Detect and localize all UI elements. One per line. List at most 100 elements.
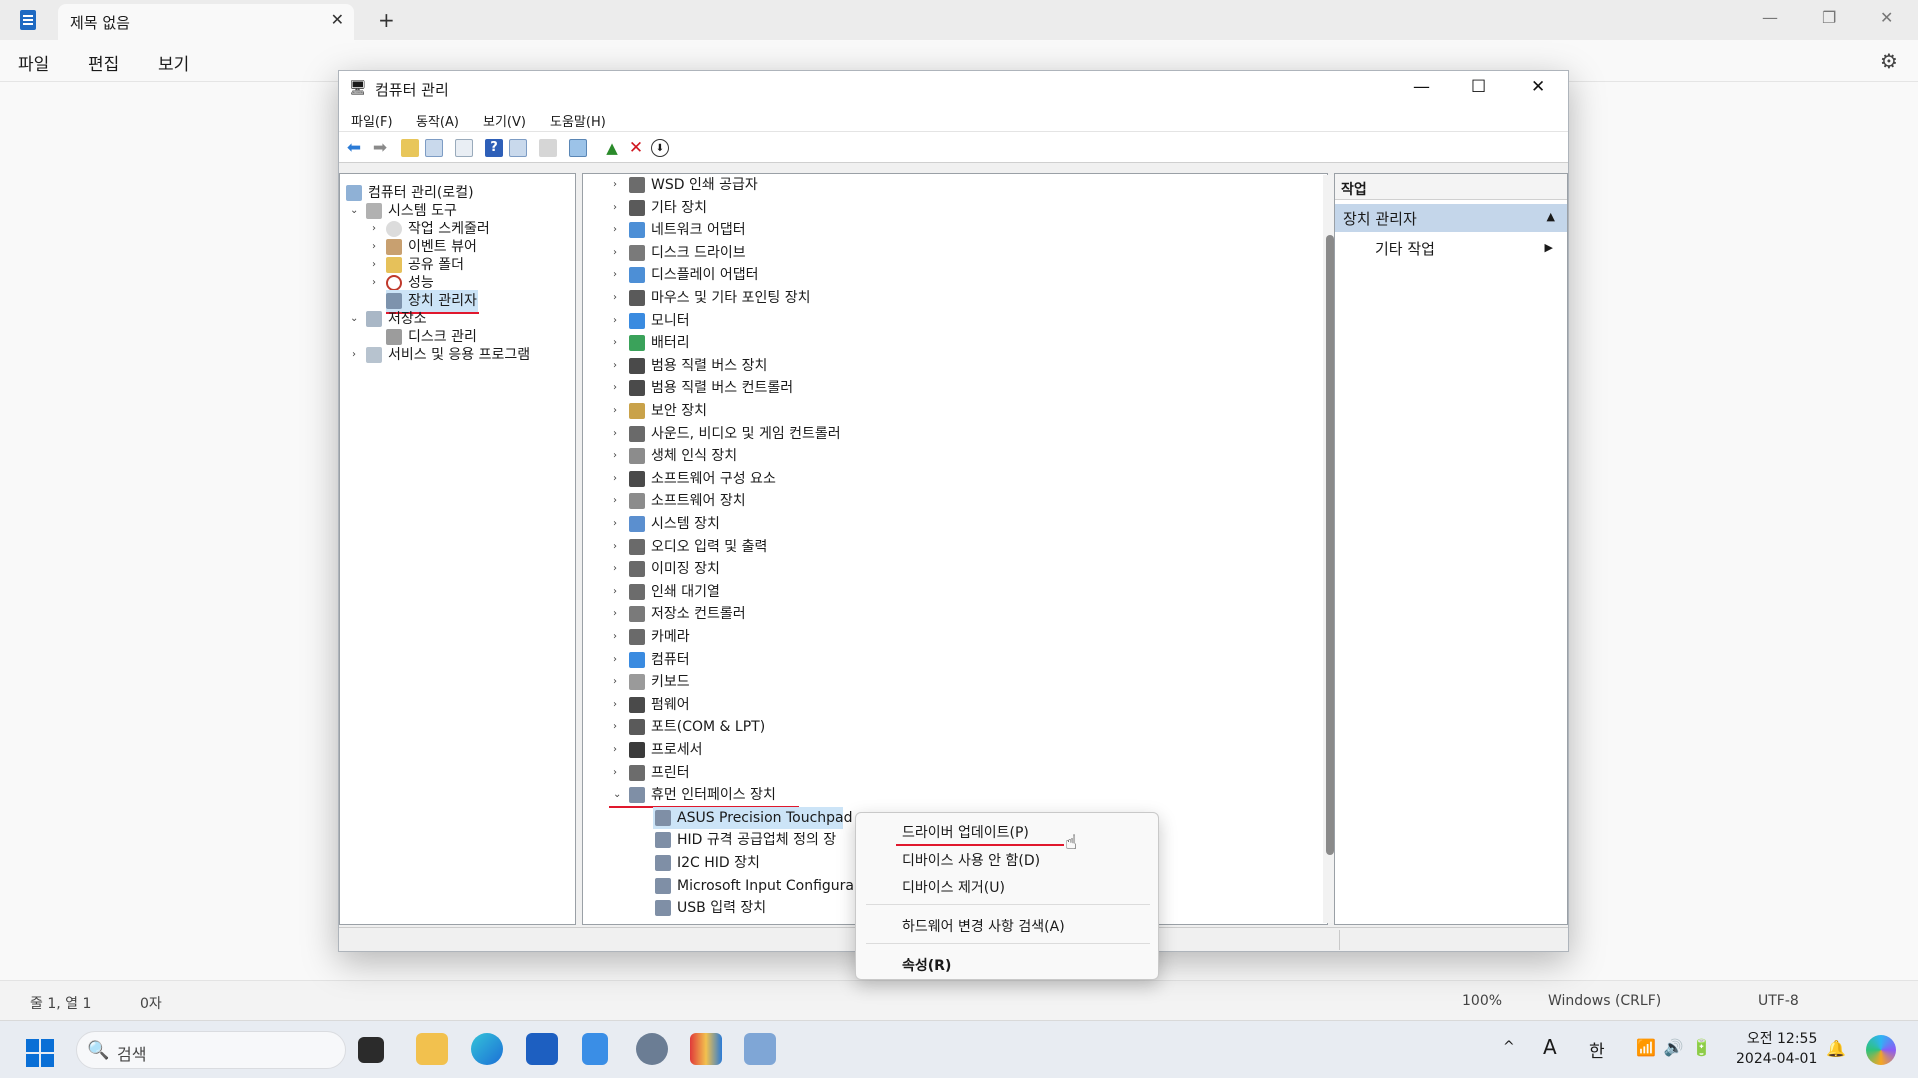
device-category-usb-controllers[interactable]: › 범용 직렬 버스 컨트롤러	[609, 377, 849, 399]
forward-arrow-icon[interactable]: ➡	[371, 139, 389, 157]
ime-language-indicator[interactable]: 한	[1589, 1037, 1605, 1062]
collapsed-chevron-icon[interactable]: ›	[613, 423, 617, 445]
collapsed-chevron-icon[interactable]: ›	[613, 264, 617, 286]
device-category-ports-com-lpt[interactable]: › 포트(COM & LPT)	[609, 716, 849, 738]
task-view-icon[interactable]	[358, 1037, 384, 1063]
disable-device-icon[interactable]: ⬇	[651, 139, 669, 157]
minimize-button[interactable]: —	[1762, 8, 1778, 27]
settings-gear-taskbar-icon[interactable]	[636, 1033, 668, 1065]
microsoft-store-icon[interactable]	[526, 1033, 558, 1065]
collapsed-chevron-icon[interactable]: ›	[613, 219, 617, 241]
edge-browser-icon[interactable]	[471, 1033, 503, 1065]
collapsed-chevron-icon[interactable]: ›	[613, 468, 617, 490]
system-tray-icons[interactable]: 📶🔊🔋	[1636, 1038, 1720, 1057]
actions-section-device-manager[interactable]: 장치 관리자 ▲	[1335, 204, 1567, 232]
device-category-wsd-print-provider[interactable]: › WSD 인쇄 공급자	[609, 174, 849, 196]
device-category-processors[interactable]: › 프로세서	[609, 739, 849, 761]
device-category-print-queues[interactable]: › 인쇄 대기열	[609, 581, 849, 603]
collapsed-chevron-icon[interactable]: ›	[613, 310, 617, 332]
device-category-system-devices[interactable]: › 시스템 장치	[609, 513, 849, 535]
update-driver-icon[interactable]: ▲	[603, 139, 621, 157]
wifi-icon[interactable]: 📶	[1636, 1038, 1664, 1057]
collapsed-chevron-icon[interactable]: ›	[613, 197, 617, 219]
collapsed-chevron-icon[interactable]: ›	[613, 445, 617, 467]
start-button[interactable]	[26, 1039, 54, 1067]
scrollbar-thumb[interactable]	[1326, 235, 1334, 855]
cm-minimize-button[interactable]: —	[1413, 77, 1430, 97]
settings-gear-icon[interactable]: ⚙	[1880, 49, 1898, 73]
context-uninstall-device[interactable]: 디바이스 제거(U)	[902, 877, 1005, 897]
collapsed-chevron-icon[interactable]: ›	[613, 513, 617, 535]
collapsed-chevron-icon[interactable]: ›	[613, 242, 617, 264]
help-icon[interactable]: ?	[485, 139, 503, 157]
show-hidden-icons-chevron[interactable]: ^	[1503, 1039, 1515, 1055]
scan-hardware-monitor-icon[interactable]	[569, 139, 587, 157]
collapsed-chevron-icon[interactable]: ›	[372, 272, 376, 294]
collapsed-chevron-icon[interactable]: ›	[613, 762, 617, 784]
device-category-storage-controllers[interactable]: › 저장소 컨트롤러	[609, 603, 849, 625]
device-category-software-devices[interactable]: › 소프트웨어 장치	[609, 490, 849, 512]
device-category-imaging-devices[interactable]: › 이미징 장치	[609, 558, 849, 580]
collapsed-chevron-icon[interactable]: ›	[613, 287, 617, 309]
context-update-driver[interactable]: 드라이버 업데이트(P)	[902, 822, 1029, 842]
collapsed-chevron-icon[interactable]: ›	[613, 716, 617, 738]
print-icon[interactable]	[539, 139, 557, 157]
cm-menu-file[interactable]: 파일(F)	[351, 111, 393, 130]
actions-more-actions[interactable]: 기타 작업	[1375, 238, 1435, 259]
show-hide-action-pane-icon[interactable]	[509, 139, 527, 157]
device-category-other-devices[interactable]: › 기타 장치	[609, 197, 849, 219]
menu-file[interactable]: 파일	[18, 50, 49, 75]
cm-menu-help[interactable]: 도움말(H)	[550, 111, 606, 130]
device-category-printers[interactable]: › 프린터	[609, 762, 849, 784]
device-category-sound-video-game-controllers[interactable]: › 사운드, 비디오 및 게임 컨트롤러	[609, 423, 849, 445]
collapsed-chevron-icon[interactable]: ›	[613, 581, 617, 603]
uninstall-device-icon[interactable]: ✕	[627, 139, 645, 157]
app-taskbar-icon[interactable]	[690, 1033, 722, 1065]
notepad-tab[interactable]: 제목 없음 ✕	[58, 4, 354, 40]
context-properties[interactable]: 속성(R)	[902, 955, 951, 975]
device-category-biometric-devices[interactable]: › 생체 인식 장치	[609, 445, 849, 467]
copilot-icon[interactable]	[1866, 1035, 1896, 1065]
cm-close-button[interactable]: ✕	[1531, 77, 1545, 97]
ime-mode-indicator[interactable]: A	[1543, 1035, 1557, 1059]
device-category-batteries[interactable]: › 배터리	[609, 332, 849, 354]
device-category-software-components[interactable]: › 소프트웨어 구성 요소	[609, 468, 849, 490]
close-button[interactable]: ✕	[1880, 8, 1893, 27]
collapsed-chevron-icon[interactable]: ›	[613, 671, 617, 693]
volume-icon[interactable]: 🔊	[1664, 1038, 1692, 1057]
device-category-firmware[interactable]: › 펌웨어	[609, 694, 849, 716]
menu-edit[interactable]: 편집	[88, 50, 119, 75]
device-category-keyboards[interactable]: › 키보드	[609, 671, 849, 693]
show-hide-tree-icon[interactable]	[425, 139, 443, 157]
collapsed-chevron-icon[interactable]: ›	[613, 626, 617, 648]
collapsed-chevron-icon[interactable]: ›	[613, 174, 617, 196]
context-scan-hardware-changes[interactable]: 하드웨어 변경 사항 검색(A)	[902, 916, 1065, 936]
device-category-security-devices[interactable]: › 보안 장치	[609, 400, 849, 422]
taskbar-clock[interactable]: 오전 12:55 2024-04-01	[1736, 1029, 1817, 1069]
collapse-up-icon[interactable]: ▲	[1547, 210, 1555, 223]
taskbar-search-box[interactable]: 🔍 검색	[76, 1031, 346, 1069]
tab-close-icon[interactable]: ✕	[331, 10, 344, 29]
collapsed-chevron-icon[interactable]: ›	[613, 694, 617, 716]
context-disable-device[interactable]: 디바이스 사용 안 함(D)	[902, 850, 1040, 870]
tree-item-services-and-applications[interactable]: › 서비스 및 응용 프로그램	[344, 344, 570, 366]
back-arrow-icon[interactable]: ⬅	[345, 139, 363, 157]
device-category-display-adapters[interactable]: › 디스플레이 어댑터	[609, 264, 849, 286]
collapsed-chevron-icon[interactable]: ›	[613, 603, 617, 625]
device-category-usb-devices[interactable]: › 범용 직렬 버스 장치	[609, 355, 849, 377]
collapsed-chevron-icon[interactable]: ›	[613, 377, 617, 399]
device-category-disk-drives[interactable]: › 디스크 드라이브	[609, 242, 849, 264]
collapsed-chevron-icon[interactable]: ›	[613, 536, 617, 558]
collapsed-chevron-icon[interactable]: ›	[613, 558, 617, 580]
device-asus-precision-touchpad[interactable]: ASUS Precision Touchpad	[653, 806, 853, 829]
collapsed-chevron-icon[interactable]: ›	[613, 332, 617, 354]
collapsed-chevron-icon[interactable]: ›	[613, 400, 617, 422]
notification-bell-icon[interactable]: 🔔	[1826, 1039, 1846, 1058]
properties-icon[interactable]	[455, 139, 473, 157]
cm-maximize-button[interactable]: ☐	[1471, 77, 1486, 97]
device-category-mice-and-pointing-devices[interactable]: › 마우스 및 기타 포인팅 장치	[609, 287, 849, 309]
battery-icon[interactable]: 🔋	[1692, 1038, 1720, 1057]
expanded-chevron-icon[interactable]: ⌄	[613, 784, 621, 806]
restore-button[interactable]: ❐	[1822, 8, 1836, 27]
collapsed-chevron-icon[interactable]: ›	[352, 344, 356, 366]
